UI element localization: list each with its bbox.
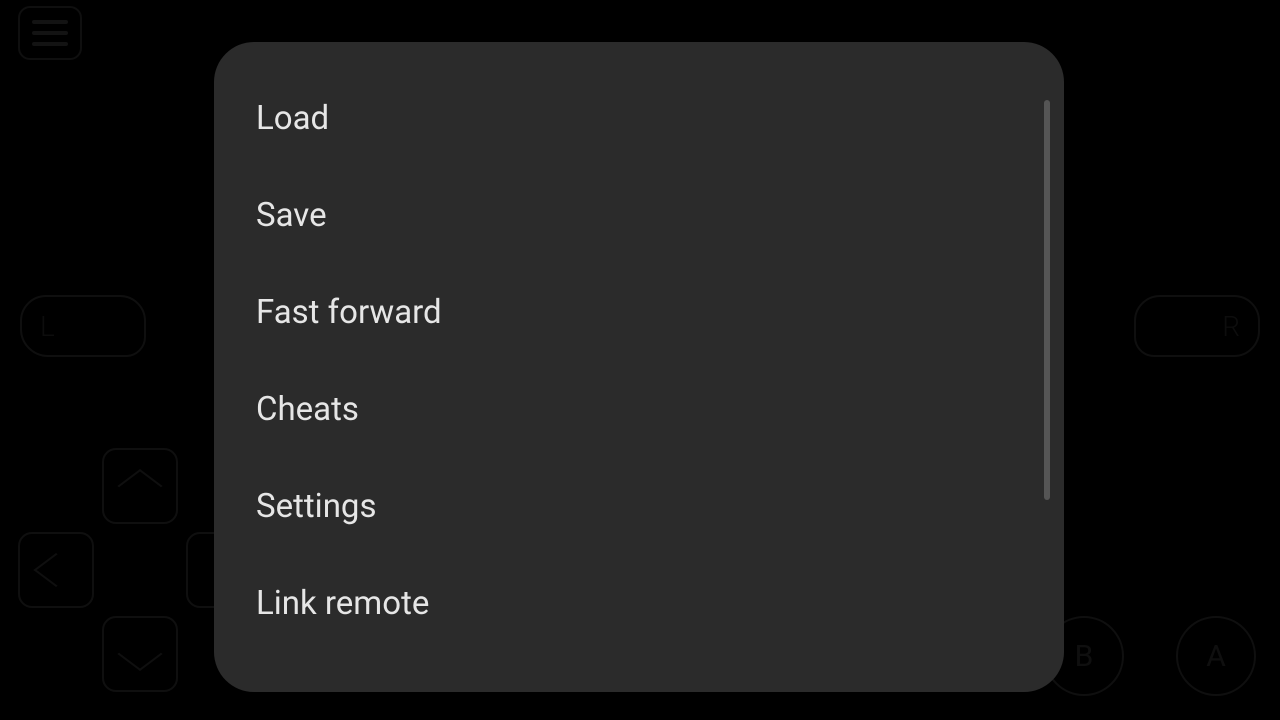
menu-item-label: Cheats (256, 390, 359, 429)
menu-item-label: Settings (256, 487, 377, 526)
menu-item-link-remote[interactable]: Link remote (214, 555, 1064, 652)
menu-item-label: Fast forward (256, 293, 442, 332)
menu-item-fast-forward[interactable]: Fast forward (214, 264, 1064, 361)
menu-item-cheats[interactable]: Cheats (214, 361, 1064, 458)
menu-item-label: Link remote (256, 584, 429, 623)
menu-item-label: Load (256, 99, 329, 138)
menu-item-settings[interactable]: Settings (214, 458, 1064, 555)
menu-item-label: Save (256, 196, 327, 235)
emulator-menu-dialog: Load Save Fast forward Cheats Settings L… (214, 42, 1064, 692)
menu-list: Load Save Fast forward Cheats Settings L… (214, 42, 1064, 652)
menu-item-save[interactable]: Save (214, 167, 1064, 264)
menu-scrollbar[interactable] (1044, 100, 1050, 500)
menu-item-load[interactable]: Load (214, 70, 1064, 167)
